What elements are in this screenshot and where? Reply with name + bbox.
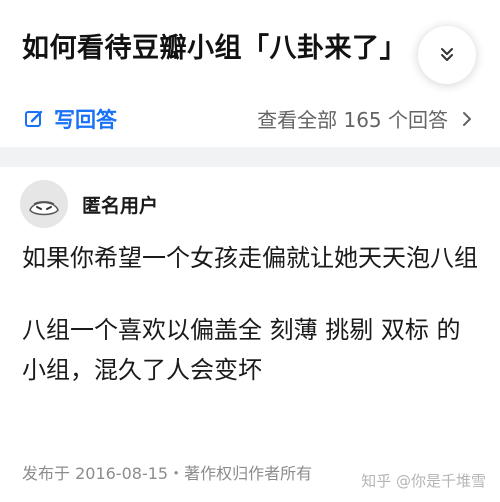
answer-paragraph: 如果你希望一个女孩走偏就让她天天泡八组	[22, 244, 478, 272]
question-header: 如何看待豆瓣小组「八卦来了」	[0, 0, 500, 92]
answer-content: 如果你希望一个女孩走偏就让她天天泡八组 八组一个喜欢以偏盖全 刻薄 挑剔 双标 …	[22, 238, 482, 422]
author-name[interactable]: 匿名用户	[82, 191, 158, 218]
anonymous-avatar-icon	[20, 180, 68, 228]
answer-paragraph: 八组一个喜欢以偏盖全 刻薄 挑剔 双标 的小组，混久了人会变坏	[22, 316, 461, 384]
expand-button[interactable]	[418, 26, 476, 84]
answer-meta: 发布于 2016-08-15・著作权归作者所有	[22, 464, 313, 483]
view-all-label: 查看全部 165 个回答	[257, 108, 448, 132]
section-divider	[0, 147, 500, 167]
watermark: 知乎 @你是千堆雪	[361, 472, 486, 490]
chevron-right-icon	[463, 111, 471, 126]
write-answer-label: 写回答	[54, 108, 117, 132]
edit-icon	[25, 110, 43, 127]
action-bar: 写回答 查看全部 165 个回答	[0, 92, 500, 144]
avatar[interactable]	[20, 180, 68, 228]
answer-author[interactable]: 匿名用户	[20, 180, 158, 228]
chevron-double-down-icon	[441, 48, 453, 61]
view-all-answers-link[interactable]: 查看全部 165 个回答	[257, 104, 474, 133]
question-title[interactable]: 如何看待豆瓣小组「八卦来了」	[22, 26, 407, 65]
write-answer-button[interactable]: 写回答	[24, 104, 117, 134]
